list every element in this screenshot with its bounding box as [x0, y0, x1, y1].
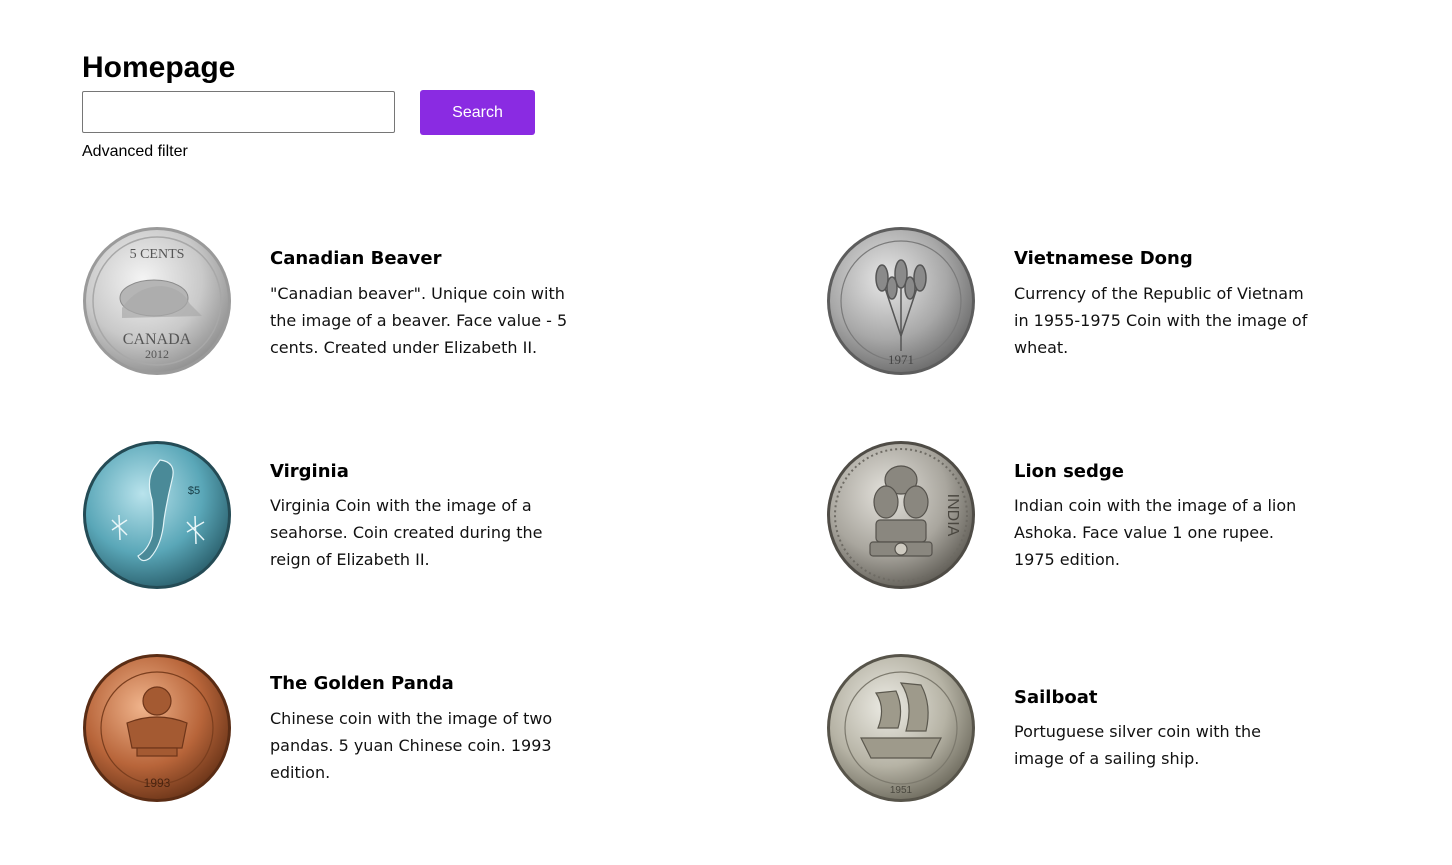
coin-card-virginia[interactable]: $5 Virginia Virginia Coin with the image… [82, 440, 642, 600]
advanced-filter-link[interactable]: Advanced filter [82, 143, 188, 161]
coin-image-canadian-beaver[interactable]: 5 CENTS CANADA 2012 [82, 226, 232, 376]
coin-description: Chinese coin with the image of two panda… [270, 709, 553, 782]
coin-description: Currency of the Republic of Vietnam in 1… [1014, 284, 1308, 357]
coin-card-sailboat[interactable]: 1951 Sailboat Portuguese silver coin wit… [826, 653, 1386, 813]
coin-image-vietnamese-dong[interactable]: 1971 [826, 226, 976, 376]
coin-card-canadian-beaver[interactable]: 5 CENTS CANADA 2012 Canadian Beaver "Can… [82, 226, 642, 386]
coin-text-top: 5 CENTS [130, 247, 185, 262]
coin-title[interactable]: Lion sedge [1014, 461, 1124, 483]
coin-description: "Canadian beaver". Unique coin with the … [270, 284, 568, 357]
coin-title[interactable]: Sailboat [1014, 687, 1097, 709]
search-button[interactable]: Search [420, 90, 535, 135]
coin-image-golden-panda[interactable]: 1993 [82, 653, 232, 803]
coin-year: 1971 [888, 352, 914, 367]
coin-description: Indian coin with the image of a lion Ash… [1014, 496, 1297, 569]
coin-title[interactable]: Virginia [270, 461, 349, 483]
coin-year: 1951 [890, 785, 913, 796]
coin-description: Portuguese silver coin with the image of… [1014, 722, 1262, 768]
coin-image-lion-sedge[interactable]: INDIA [826, 440, 976, 590]
coin-year: 1993 [144, 776, 171, 790]
coin-text-top: $5 [188, 485, 200, 497]
coin-title[interactable]: Vietnamese Dong [1014, 248, 1193, 270]
coin-text-top: INDIA [944, 494, 961, 537]
coin-card-lion-sedge[interactable]: INDIA Lion sedge Indian coin with the im… [826, 440, 1386, 600]
coin-image-virginia[interactable]: $5 [82, 440, 232, 590]
coin-card-vietnamese-dong[interactable]: 1971 Vietnamese Dong Currency of the Rep… [826, 226, 1386, 386]
coin-year: 2012 [145, 347, 169, 361]
coin-description: Virginia Coin with the image of a seahor… [270, 496, 543, 569]
page-title: Homepage [82, 51, 236, 84]
coin-card-golden-panda[interactable]: 1993 The Golden Panda Chinese coin with … [82, 653, 642, 813]
coin-image-sailboat[interactable]: 1951 [826, 653, 976, 803]
search-input[interactable] [82, 91, 395, 133]
coin-title[interactable]: The Golden Panda [270, 673, 454, 695]
coin-text-bottom: CANADA [123, 331, 192, 348]
coin-title[interactable]: Canadian Beaver [270, 248, 442, 270]
